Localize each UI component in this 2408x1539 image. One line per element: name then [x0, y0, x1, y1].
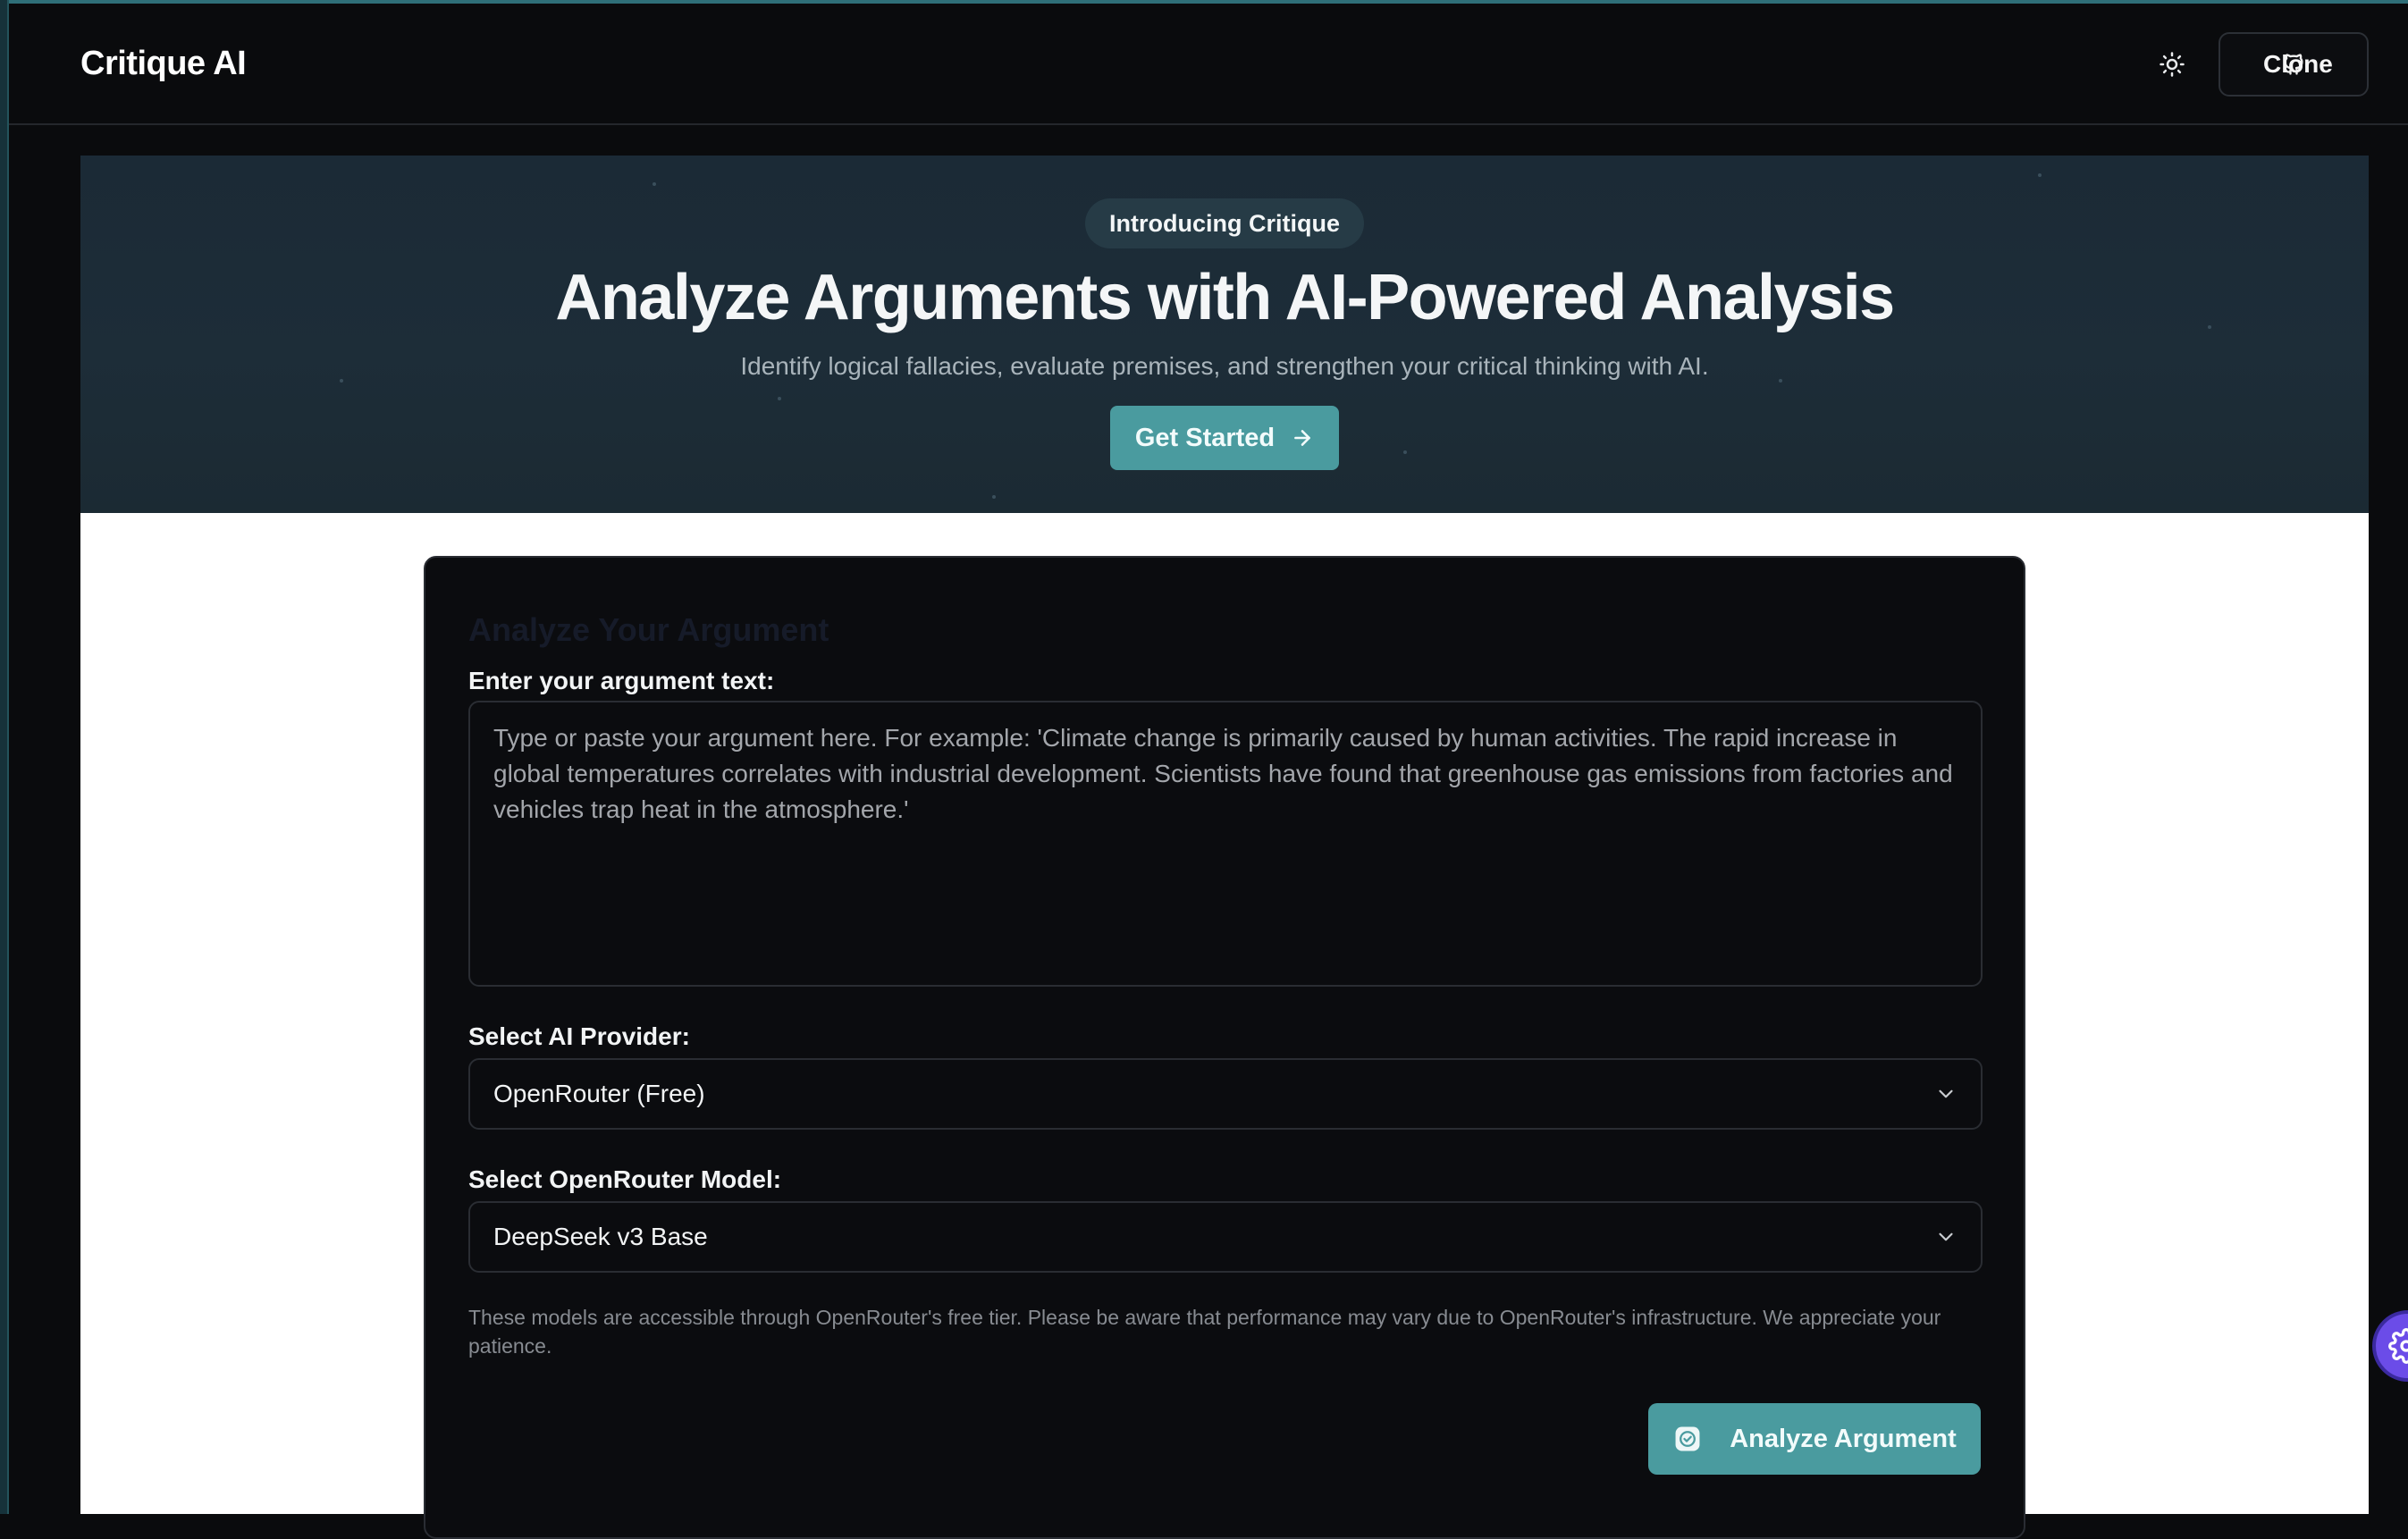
- provider-select[interactable]: OpenRouter (Free): [468, 1058, 1983, 1130]
- model-select-value: DeepSeek v3 Base: [493, 1223, 708, 1250]
- theme-toggle-button[interactable]: [2152, 45, 2192, 84]
- argument-label: Enter your argument text:: [468, 667, 775, 694]
- floating-settings-button[interactable]: [2372, 1310, 2408, 1382]
- model-note: These models are accessible through Open…: [468, 1306, 1941, 1358]
- gear-icon: [2388, 1328, 2408, 1364]
- hero-subtitle: Identify logical fallacies, evaluate pre…: [740, 352, 1709, 380]
- hero-section: Introducing Critique Analyze Arguments w…: [80, 156, 2369, 513]
- clone-button-label: Clone: [2263, 50, 2333, 78]
- card-title: Analyze Your Argument: [468, 611, 829, 648]
- model-label: Select OpenRouter Model:: [468, 1165, 782, 1193]
- get-started-label: Get Started: [1134, 423, 1276, 452]
- arrow-right-icon: [1294, 430, 1311, 446]
- clone-button[interactable]: Clone: [2219, 32, 2369, 97]
- hero-star-dot: [778, 397, 781, 400]
- sun-icon: [2160, 52, 2185, 77]
- main-content: Introducing Critique Analyze Arguments w…: [80, 156, 2369, 1539]
- hero-star-dot: [2038, 173, 2042, 177]
- check-badge-icon: [1675, 1426, 1700, 1451]
- chevron-down-icon: [1939, 1232, 1953, 1241]
- argument-textarea[interactable]: [468, 701, 1983, 987]
- analyze-card: Analyze Your Argument Enter your argumen…: [424, 556, 2025, 1539]
- hero-star-dot: [653, 182, 656, 186]
- brand-title[interactable]: Critique AI: [80, 45, 247, 83]
- hero-title: Analyze Arguments with AI-Powered Analys…: [555, 262, 1895, 333]
- intro-badge: Introducing Critique: [1085, 198, 1364, 248]
- analyze-argument-button[interactable]: Analyze Argument: [1648, 1403, 1981, 1475]
- get-started-button[interactable]: Get Started: [1110, 406, 1339, 470]
- model-select[interactable]: DeepSeek v3 Base: [468, 1201, 1983, 1273]
- analyze-argument-label: Analyze Argument: [1730, 1424, 1957, 1453]
- chevron-down-icon: [1939, 1089, 1953, 1098]
- provider-select-value: OpenRouter (Free): [493, 1080, 705, 1107]
- provider-label: Select AI Provider:: [468, 1022, 690, 1050]
- top-navbar: Critique AI Clone: [9, 4, 2408, 125]
- hero-star-dot: [992, 495, 996, 499]
- window-left-border: [0, 0, 9, 1514]
- hero-star-dot: [1403, 450, 1407, 454]
